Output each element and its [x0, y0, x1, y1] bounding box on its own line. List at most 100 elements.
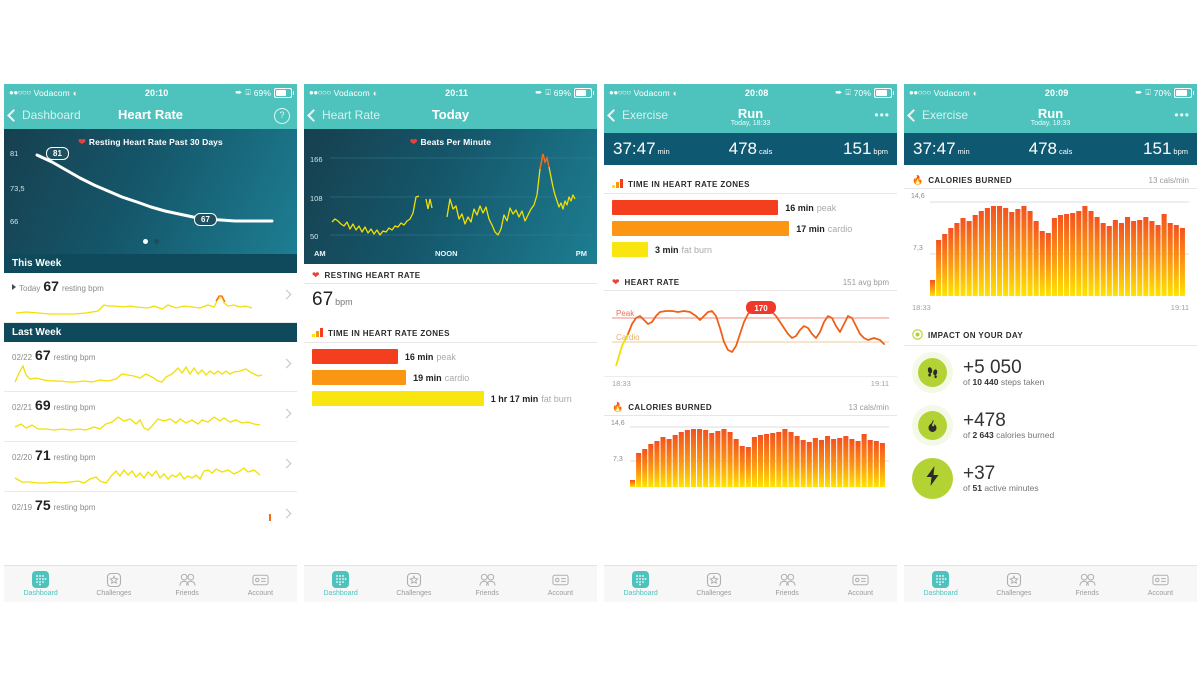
nav-bar: Exercise Run Today, 18:33 •••	[604, 101, 897, 133]
status-bar: ●●○○○ Vodacom ◐ 20:11 ➨ ⍗ 69%	[304, 84, 597, 101]
impact-value: +37	[963, 462, 996, 484]
page-dots[interactable]	[4, 231, 297, 249]
tab-friends[interactable]: Friends	[1051, 566, 1124, 602]
section-header-this-week: This Week	[4, 254, 297, 273]
tab-label: Account	[247, 590, 274, 597]
row-date: 02/22	[12, 353, 33, 362]
end-time: 19:11	[870, 379, 889, 388]
tab-dashboard[interactable]: Dashboard	[904, 566, 977, 602]
zone-row-peak[interactable]: 16 min peak	[612, 200, 889, 215]
list-item[interactable]: 02/19 75 resting bpm	[4, 492, 297, 542]
tab-challenges[interactable]: Challenges	[377, 566, 450, 602]
tab-challenges[interactable]: Challenges	[677, 566, 750, 602]
tab-dashboard[interactable]: Dashboard	[4, 566, 77, 602]
flame-icon: 🔥	[912, 175, 924, 185]
x-axis-label-pm: PM	[575, 249, 587, 258]
target-icon	[912, 329, 923, 342]
back-button-dashboard[interactable]: Dashboard	[4, 101, 81, 129]
zone-row-peak[interactable]: 16 min peak	[312, 349, 589, 364]
section-header-heart-rate: ❤ HEART RATE 151 avg bpm	[604, 271, 897, 291]
tab-friends[interactable]: Friends	[451, 566, 524, 602]
status-right: ➨ ⍗ 70%	[835, 87, 894, 98]
impact-row-active-minutes[interactable]: +37 of 51 active minutes	[904, 452, 1197, 505]
resting-heart-rate-chart[interactable]: ❤ Resting Heart Rate Past 30 Days 81 73,5…	[4, 129, 297, 254]
zone-row-cardio[interactable]: 17 min cardio	[612, 221, 889, 236]
callout-start: 81	[46, 147, 69, 160]
help-icon[interactable]: ?	[274, 108, 290, 124]
row-unit: resting bpm	[53, 503, 96, 512]
carrier-label: Vodacom	[933, 87, 970, 98]
status-left: ●●○○○ Vodacom ◐	[309, 88, 378, 98]
signal-dots-icon: ●●○○○	[909, 88, 931, 97]
tab-dashboard[interactable]: Dashboard	[604, 566, 677, 602]
tab-challenges[interactable]: Challenges	[77, 566, 150, 602]
zone-row-fat-burn[interactable]: 3 min fat burn	[612, 242, 889, 257]
tab-account[interactable]: Account	[824, 566, 897, 602]
impact-row-calories[interactable]: +478 of 2 643 calories burned	[904, 399, 1197, 452]
phone-screen-run-detail: ●●○○○ Vodacom ◐ 20:08 ➨ ⍗ 70% Exercise R…	[604, 84, 897, 602]
back-button-exercise[interactable]: Exercise	[904, 101, 968, 129]
status-left: ●●○○○ Vodacom ◐	[909, 88, 978, 98]
tab-bar: Dashboard Challenges Friends Account	[604, 565, 897, 602]
tab-bar: Dashboard Challenges Friends Account	[4, 565, 297, 602]
tab-account[interactable]: Account	[524, 566, 597, 602]
bpm-chart[interactable]: ❤ Beats Per Minute 166 108 50 AM NOON PM	[304, 129, 597, 264]
run-calories-chart[interactable]: 14,6 7,3	[904, 189, 1197, 302]
impact-row-steps[interactable]: +5 050 of 10 440 steps taken	[904, 346, 1197, 399]
run-heart-rate-chart[interactable]: 170 Peak Cardio	[604, 291, 897, 376]
star-badge-icon	[1005, 571, 1022, 588]
heart-icon: ❤	[612, 277, 620, 287]
phone-screen-today-bpm: ●●○○○ Vodacom ◐ 20:11 ➨ ⍗ 69% Heart Rate…	[304, 84, 597, 602]
tab-dashboard[interactable]: Dashboard	[304, 566, 377, 602]
battery-percent: 70%	[853, 87, 871, 98]
zone-text: 16 min peak	[404, 351, 456, 362]
tab-friends[interactable]: Friends	[751, 566, 824, 602]
tab-account[interactable]: Account	[1124, 566, 1197, 602]
more-options-icon[interactable]: •••	[1174, 109, 1190, 121]
callout-end: 67	[194, 213, 217, 226]
tab-label: Dashboard	[23, 590, 58, 597]
dashboard-icon	[32, 571, 50, 588]
tab-bar: Dashboard Challenges Friends Account	[304, 565, 597, 602]
tab-label: Challenges	[996, 590, 1032, 597]
tab-account[interactable]: Account	[224, 566, 297, 602]
section-label: IMPACT ON YOUR DAY	[928, 331, 1024, 340]
zone-bar	[312, 370, 407, 385]
zone-bar	[612, 221, 790, 236]
more-options-icon[interactable]: •••	[874, 109, 890, 121]
location-arrow-icon: ➨	[835, 87, 843, 97]
zone-row-fat-burn[interactable]: 1 hr 17 min fat burn	[312, 391, 589, 406]
row-date: 02/21	[12, 403, 33, 412]
zone-text: 1 hr 17 min fat burn	[490, 393, 572, 404]
row-meta: 02/21 69 resting bpm	[12, 397, 289, 413]
tab-friends[interactable]: Friends	[151, 566, 224, 602]
location-arrow-icon: ➨	[535, 87, 543, 97]
section-header-calories: 🔥 CALORIES BURNED 13 cals/min	[604, 396, 897, 416]
resting-heart-rate-value: 67 bpm	[312, 289, 353, 310]
status-time: 20:10	[144, 87, 169, 98]
impact-subtext: of 2 643 calories burned	[963, 430, 1055, 441]
battery-icon	[1174, 87, 1194, 98]
list-item[interactable]: 02/20 71 resting bpm	[4, 442, 297, 492]
list-item[interactable]: Today 67 resting bpm	[4, 273, 297, 323]
y-axis-label-mid: 7,3	[913, 245, 923, 252]
zone-row-cardio[interactable]: 19 min cardio	[312, 370, 589, 385]
section-label: CALORIES BURNED	[628, 403, 712, 412]
section-header-impact: IMPACT ON YOUR DAY	[904, 322, 1197, 346]
stat-bpm: 151 bpm	[843, 139, 889, 158]
signal-dots-icon: ●●○○○	[9, 88, 31, 97]
x-axis-label-am: AM	[314, 249, 326, 258]
carrier-label: Vodacom	[633, 87, 670, 98]
run-calories-chart[interactable]: 14,6 7,3	[604, 416, 897, 493]
calories-bar-svg	[930, 201, 1189, 296]
bluetooth-icon: ⍗	[1145, 87, 1151, 97]
location-arrow-icon: ➨	[1135, 87, 1143, 97]
row-unit: resting bpm	[53, 353, 96, 362]
back-button-heart-rate[interactable]: Heart Rate	[304, 101, 380, 129]
tab-challenges[interactable]: Challenges	[977, 566, 1050, 602]
list-item[interactable]: 02/22 67 resting bpm	[4, 342, 297, 392]
back-button-exercise[interactable]: Exercise	[604, 101, 668, 129]
stat-duration: 37:47 min	[613, 139, 670, 158]
sparkline	[14, 416, 261, 431]
list-item[interactable]: 02/21 69 resting bpm	[4, 392, 297, 442]
